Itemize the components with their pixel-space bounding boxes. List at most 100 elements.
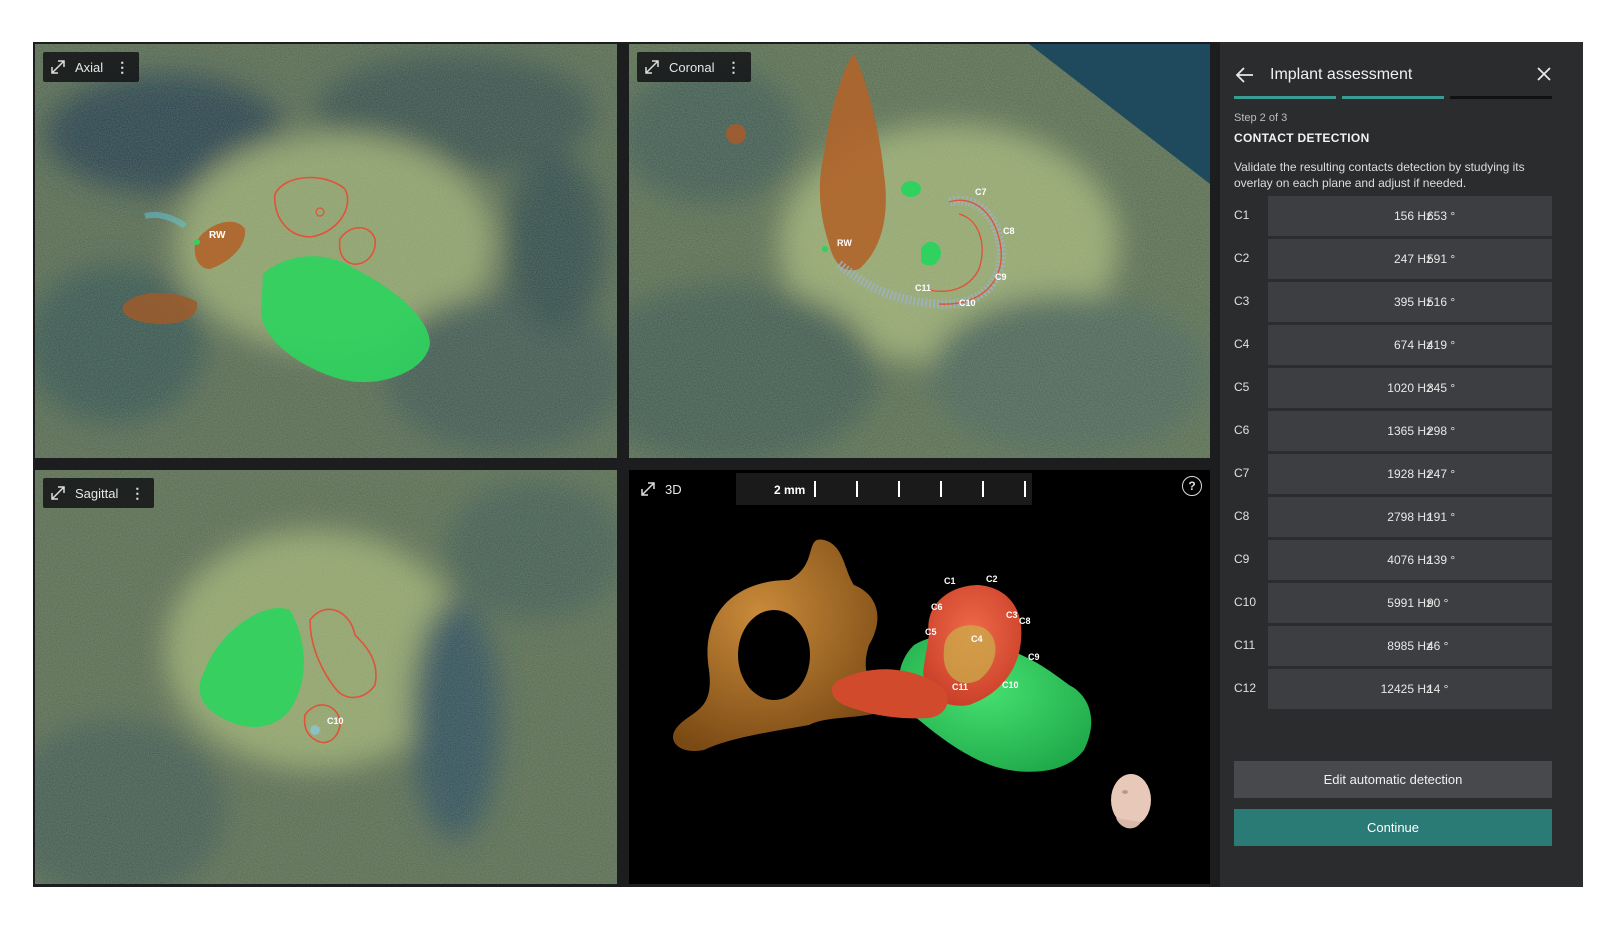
- contact-row[interactable]: C3 395 Hz 516 °: [1234, 282, 1552, 322]
- contact-frequency: 5991 Hz: [1387, 596, 1432, 610]
- contact-row[interactable]: C2 247 Hz 591 °: [1234, 239, 1552, 279]
- contact-row[interactable]: C12 12425 Hz 14 °: [1234, 669, 1552, 709]
- 3d-marker-c5: C5: [925, 627, 937, 637]
- contact-id: C6: [1234, 423, 1250, 437]
- scale-tick: [940, 481, 942, 497]
- scale-bar: 2 mm: [736, 473, 1032, 505]
- sagittal-viewport[interactable]: C10 Sagittal ⋮: [35, 470, 617, 884]
- axial-scan-image: RW: [35, 44, 617, 458]
- contact-id: C3: [1234, 294, 1250, 308]
- continue-button[interactable]: Continue: [1234, 809, 1552, 846]
- contact-row[interactable]: C11 8985 Hz 46 °: [1234, 626, 1552, 666]
- panel-header: Implant assessment: [1234, 60, 1554, 90]
- step-description: Validate the resulting contacts detectio…: [1234, 160, 1525, 190]
- contact-row[interactable]: C1 156 Hz 653 °: [1234, 196, 1552, 236]
- contact-row[interactable]: C4 674 Hz 419 °: [1234, 325, 1552, 365]
- contact-row[interactable]: C7 1928 Hz 247 °: [1234, 454, 1552, 494]
- contact-angle: 653 °: [1427, 209, 1456, 223]
- sagittal-scan-image: C10: [35, 470, 617, 884]
- contact-id: C2: [1234, 251, 1250, 265]
- sagittal-label: Sagittal: [75, 485, 119, 501]
- contact-row[interactable]: C5 1020 Hz 345 °: [1234, 368, 1552, 408]
- 3d-marker-c1: C1: [944, 576, 956, 586]
- expand-icon[interactable]: [639, 480, 657, 498]
- contact-id: C12: [1234, 681, 1257, 695]
- contact-angle: 46 °: [1427, 639, 1449, 653]
- contact-frequency: 12425 Hz: [1380, 682, 1432, 696]
- coronal-scan-image: RW C7 C8 C9 C10 C11: [629, 44, 1210, 458]
- contact-id: C9: [1234, 552, 1250, 566]
- contact-angle: 139 °: [1427, 553, 1456, 567]
- scale-tick: [898, 481, 900, 497]
- contact-angle: 591 °: [1427, 252, 1456, 266]
- contact-frequency: 1928 Hz: [1387, 467, 1432, 481]
- contact-id: C11: [1234, 638, 1256, 652]
- contact-id: C5: [1234, 380, 1250, 394]
- arrow-left-icon[interactable]: [1234, 64, 1256, 86]
- 3d-render: C1 C2 C3 C4 C6 C8 C9 C10 C11 C5: [673, 539, 1151, 829]
- contact-angle: 247 °: [1427, 467, 1456, 481]
- app-window: RW Axial ⋮ RW C7 C8 C9 C10 C11 Coronal ⋮…: [33, 42, 1583, 887]
- axial-toolbar: Axial ⋮: [43, 52, 140, 82]
- close-icon[interactable]: [1534, 64, 1554, 84]
- 3d-viewport[interactable]: C1 C2 C3 C4 C6 C8 C9 C10 C11 C5 3D 2 mm …: [629, 470, 1210, 884]
- panel-title: Implant assessment: [1270, 66, 1413, 83]
- coronal-viewport[interactable]: RW C7 C8 C9 C10 C11 Coronal ⋮: [629, 44, 1210, 458]
- contact-frequency: 1365 Hz: [1387, 424, 1432, 438]
- sagittal-marker-c10: C10: [327, 716, 344, 726]
- 3d-marker-c9: C9: [1028, 652, 1040, 662]
- axial-viewport[interactable]: RW Axial ⋮: [35, 44, 617, 458]
- 3d-label: 3D: [665, 481, 682, 497]
- expand-icon[interactable]: [643, 58, 661, 76]
- contact-id: C4: [1234, 337, 1250, 351]
- contact-angle: 14 °: [1427, 682, 1449, 696]
- more-vertical-icon[interactable]: ⋮: [727, 59, 741, 76]
- coronal-marker-c7: C7: [975, 187, 987, 197]
- scale-tick: [814, 481, 816, 497]
- scale-tick: [856, 481, 858, 497]
- step-segment-3: [1450, 96, 1552, 99]
- contact-angle: 298 °: [1427, 424, 1456, 438]
- coronal-toolbar: Coronal ⋮: [637, 52, 751, 82]
- contact-id: C1: [1234, 208, 1250, 222]
- contact-angle: 345 °: [1427, 381, 1456, 395]
- 3d-marker-c8: C8: [1019, 616, 1031, 626]
- edit-automatic-detection-button[interactable]: Edit automatic detection: [1234, 761, 1552, 798]
- contact-angle: 90 °: [1427, 596, 1449, 610]
- coronal-marker-c11: C11: [915, 283, 931, 293]
- contact-frequency: 1020 Hz: [1387, 381, 1432, 395]
- contact-row[interactable]: C9 4076 Hz 139 °: [1234, 540, 1552, 580]
- coronal-marker-rw: RW: [837, 238, 852, 248]
- 3d-marker-c6: C6: [931, 602, 943, 612]
- step-title: CONTACT DETECTION: [1234, 131, 1370, 145]
- 3d-marker-c11: C11: [952, 682, 968, 692]
- contact-row[interactable]: C10 5991 Hz 90 °: [1234, 583, 1552, 623]
- more-vertical-icon[interactable]: ⋮: [115, 59, 129, 76]
- contact-row[interactable]: C6 1365 Hz 298 °: [1234, 411, 1552, 451]
- coronal-label: Coronal: [669, 59, 715, 75]
- implant-assessment-panel: Implant assessment Step 2 of 3 CONTACT D…: [1220, 42, 1583, 887]
- sagittal-toolbar: Sagittal ⋮: [43, 478, 155, 508]
- scale-bar-label: 2 mm: [774, 483, 806, 497]
- contact-id: C8: [1234, 509, 1250, 523]
- contact-angle: 516 °: [1427, 295, 1456, 309]
- contact-frequency: 4076 Hz: [1387, 553, 1432, 567]
- contact-id: C7: [1234, 466, 1250, 480]
- 3d-marker-c3: C3: [1006, 610, 1018, 620]
- head-orientation-icon[interactable]: [1111, 774, 1151, 829]
- expand-icon[interactable]: [49, 58, 67, 76]
- axial-label: Axial: [75, 59, 104, 75]
- 3d-marker-c2: C2: [986, 574, 998, 584]
- coronal-marker-c9: C9: [995, 272, 1007, 282]
- axial-marker-rw: RW: [209, 230, 226, 241]
- 3d-marker-c4: C4: [971, 634, 983, 644]
- contact-frequency: 2798 Hz: [1387, 510, 1432, 524]
- step-segment-1: [1234, 96, 1336, 99]
- contact-angle: 419 °: [1427, 338, 1456, 352]
- more-vertical-icon[interactable]: ⋮: [130, 485, 144, 502]
- expand-icon[interactable]: [49, 484, 67, 502]
- contact-row[interactable]: C8 2798 Hz 191 °: [1234, 497, 1552, 537]
- step-segment-2: [1342, 96, 1444, 99]
- scale-tick: [982, 481, 984, 497]
- help-circle-icon[interactable]: ?: [1182, 476, 1202, 496]
